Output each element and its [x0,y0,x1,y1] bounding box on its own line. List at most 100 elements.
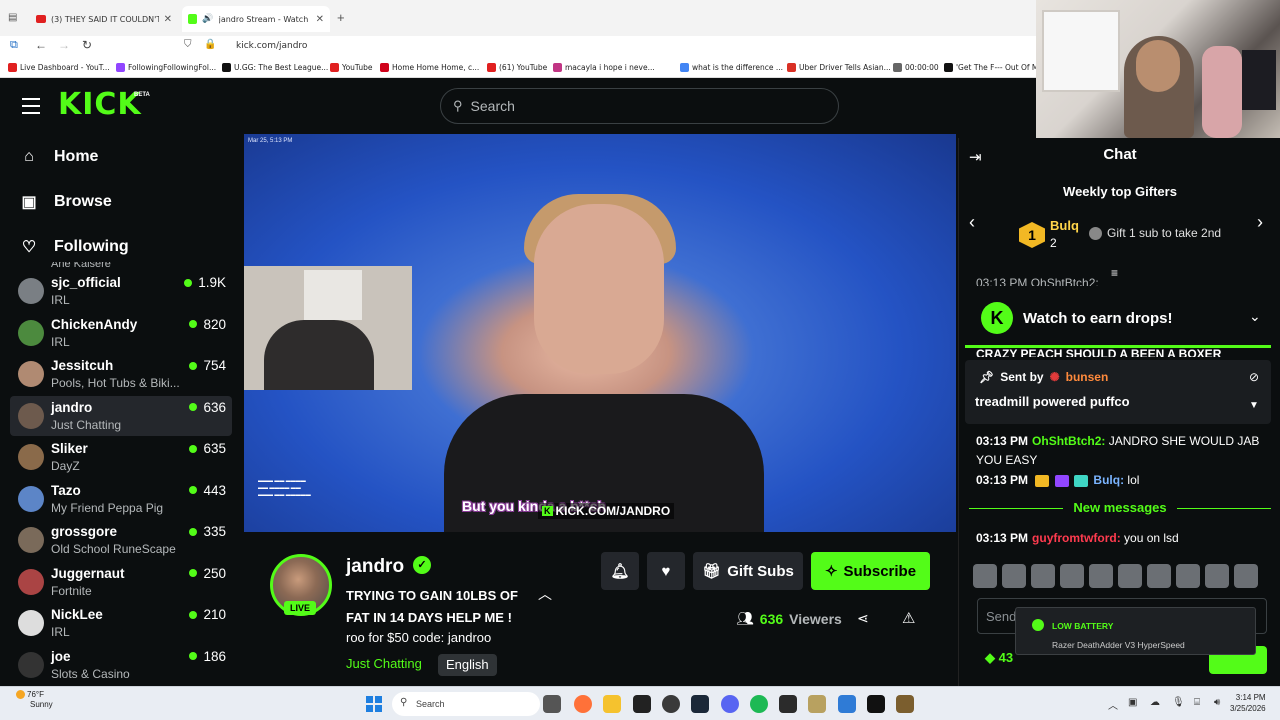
bookmark-item[interactable]: FollowingFollowingFol... [116,63,216,72]
chevron-left-icon[interactable]: ‹ [969,212,975,233]
emote-icon[interactable] [973,564,997,588]
app-icon[interactable] [808,695,826,713]
spotify-icon[interactable] [750,695,768,713]
emote-icon[interactable] [1060,564,1084,588]
bookmark-item[interactable]: YouTube [330,63,373,72]
pinned-user[interactable]: bunsen [1066,370,1109,384]
category-link[interactable]: Just Chatting [346,656,422,671]
back-icon[interactable]: ← [35,38,47,52]
emote-icon[interactable] [1147,564,1171,588]
emote-icon[interactable] [1031,564,1055,588]
forward-icon[interactable]: → [58,38,70,52]
system-clock[interactable]: 3:14 PM 3/25/2026 [1230,692,1266,714]
sidebar-channel-grossgore[interactable]: grossgore Old School RuneScape 335 [10,520,232,560]
message-user[interactable]: Bulq: [1093,473,1124,487]
steam-icon[interactable] [691,695,709,713]
discord-icon[interactable] [721,695,739,713]
url-text[interactable]: kick.com/jandro [236,41,307,51]
streamer-name[interactable]: jandro [346,556,404,578]
chevron-right-icon[interactable]: › [1257,212,1263,233]
close-tab-icon[interactable]: ✕ [164,14,172,25]
emote-icon[interactable] [1002,564,1026,588]
sidebar-channel-sjc_official[interactable]: sjc_official IRL 1.9K [10,271,232,311]
nav-home[interactable]: ⌂ Home [20,145,98,169]
firefox-icon[interactable] [574,695,592,713]
sidebar-channel-nicklee[interactable]: NickLee IRL 210 [10,603,232,643]
tray-app-icon[interactable]: ▣ [1128,697,1137,708]
sidebar-channel-sliker[interactable]: Sliker DayZ 635 [10,437,232,477]
follow-button[interactable]: ♥ [647,552,685,590]
emote-icon[interactable] [1205,564,1229,588]
mic-icon[interactable]: 🎙︎ [1172,697,1185,708]
lock-icon[interactable]: 🔒 [204,39,216,50]
subscribe-button[interactable]: ✧ Subscribe [811,552,930,590]
bookmark-item[interactable]: (61) YouTube [487,63,547,72]
windows-start-icon[interactable] [366,696,382,712]
channel-points[interactable]: ◆ 43 [985,650,1013,666]
bookmark-item[interactable]: 00:00:00 [893,63,939,72]
menu-icon[interactable] [22,98,40,114]
task-view-icon[interactable] [543,695,561,713]
chevron-down-icon[interactable]: ⌄ [1249,308,1261,325]
tab-actions-icon[interactable]: ▤ [8,12,17,23]
browser-tab-kick[interactable]: 🔊 jandro Stream - Watch Live ✕ [182,6,330,32]
video-player[interactable]: Mar 25, 5:13 PM ▬▬▬ ▬▬ ▬▬▬▬ ▬▬ ▬▬▬▬ ▬▬ ▬▬▬… [244,134,956,532]
tray-chevron-icon[interactable]: ︿ [1108,697,1118,712]
sidebar-channel-tazo[interactable]: Tazo My Friend Peppa Pig 443 [10,479,232,519]
language-tag[interactable]: English [438,654,497,676]
bookmark-item[interactable]: Uber Driver Tells Asian... [787,63,891,72]
capcut-icon[interactable] [633,695,651,713]
obs-icon[interactable] [662,695,680,713]
volume-icon[interactable]: 🔊︎ [1214,697,1220,708]
notify-button[interactable]: 🔔︎ [601,552,639,590]
app-icon[interactable] [838,695,856,713]
sidebar-channel-joe[interactable]: joe Slots & Casino 186 [10,645,232,685]
sidebar-channel-juggernaut[interactable]: Juggernaut Fortnite 250 [10,562,232,602]
kick-app-icon[interactable] [867,695,885,713]
bookmark-item[interactable]: Home Home Home, c... [380,63,479,72]
nav-following[interactable]: ♡ Following [20,235,129,259]
drops-banner[interactable]: K Watch to earn drops! ⌄ [965,288,1271,348]
message-user[interactable]: OhShtBtch2: [1032,434,1105,448]
chevron-up-icon[interactable]: ︿ [538,584,552,604]
low-battery-toast[interactable]: LOW BATTERY Razer DeathAdder V3 HyperSpe… [1015,607,1256,655]
channel-avatar [18,319,44,346]
share-icon[interactable]: ⋖ [857,610,869,627]
reload-icon[interactable]: ↻ [82,38,92,52]
tray-app-icon[interactable]: ☁ [1150,697,1160,708]
network-icon[interactable]: ⌸ [1194,697,1200,708]
new-messages-divider[interactable]: New messages [959,500,1280,515]
bookmark-item[interactable]: Live Dashboard - YouT... [8,63,110,72]
close-tab-icon[interactable]: ✕ [316,14,324,25]
file-explorer-icon[interactable] [603,695,621,713]
bookmark-item[interactable]: 'Get The F--- Out Of M [944,63,1038,72]
bookmark-item[interactable]: what is the difference ... [680,63,783,72]
weather-widget[interactable]: 76°F Sunny [16,690,53,710]
shield-icon[interactable]: ⛉ [184,39,192,50]
kick-logo[interactable]: KICK [58,90,142,120]
bookmark-item[interactable]: U.GG: The Best League... [222,63,328,72]
sidebar-toggle-icon[interactable]: ⧉ [10,39,18,52]
nav-browse[interactable]: ▣ Browse [20,190,111,214]
sidebar-channel-jandro[interactable]: jandro Just Chatting 636 [10,395,232,436]
emote-icon[interactable] [1118,564,1142,588]
taskbar-search[interactable]: ⚲ Search [392,692,540,716]
emote-icon[interactable] [1089,564,1113,588]
search-input[interactable]: ⚲ Search [440,88,839,124]
gift-subs-button[interactable]: 🎁︎ Gift Subs [693,552,803,590]
new-tab-icon[interactable]: + [337,10,345,25]
sidebar-channel-jessitcuh[interactable]: Jessitcuh Pools, Hot Tubs & Biki... 754 [10,354,232,394]
sidebar-channel-chickenandy[interactable]: ChickenAndy IRL 820 [10,313,232,353]
chevron-down-icon[interactable]: ▼ [1249,400,1259,411]
message-user[interactable]: guyfromtwford: [1032,531,1121,545]
hide-icon[interactable]: ⊘ [1249,370,1259,384]
gift-hint[interactable]: Gift 1 sub to take 2nd [1089,226,1221,240]
emote-icon[interactable] [1234,564,1258,588]
bookmark-item[interactable]: macayla i hope i neve... [553,63,655,72]
top-gifter-name[interactable]: Bulq [1050,218,1079,233]
report-icon[interactable]: ⚠ [902,609,915,627]
browser-tab-youtube[interactable]: (3) THEY SAID IT COULDN'T BE ✕ [30,6,178,32]
emote-icon[interactable] [1176,564,1200,588]
league-icon[interactable] [779,695,797,713]
app-icon[interactable] [896,695,914,713]
